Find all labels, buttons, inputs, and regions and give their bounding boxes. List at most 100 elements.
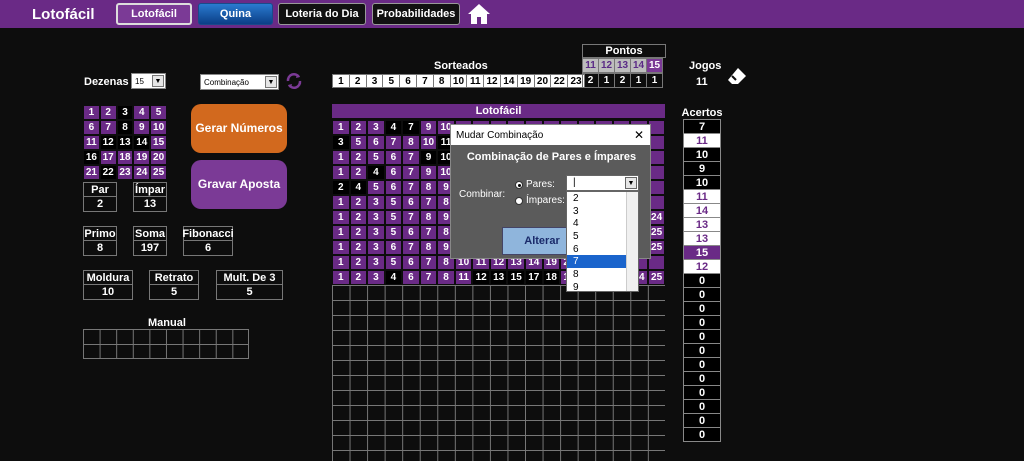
- number-cell[interactable]: 22: [99, 165, 117, 180]
- game-cell: 3: [367, 120, 385, 135]
- impares-radio[interactable]: [515, 197, 523, 205]
- sorteado-number: 3: [365, 74, 384, 88]
- number-cell[interactable]: 18: [116, 150, 134, 165]
- number-cell[interactable]: 15: [150, 135, 167, 150]
- number-cell[interactable]: 6: [83, 120, 100, 135]
- game-cell: 6: [402, 270, 420, 285]
- number-cell[interactable]: 11: [83, 135, 100, 150]
- number-cell[interactable]: 21: [83, 165, 100, 180]
- game-cell: 11: [454, 270, 473, 285]
- manual-grid[interactable]: [83, 329, 249, 359]
- number-cell[interactable]: 16: [83, 150, 100, 165]
- game-cell: 3: [332, 135, 350, 150]
- primo-box: Primo 8: [83, 226, 117, 256]
- game-cell: 7: [402, 210, 420, 225]
- list-scrollbar[interactable]: [626, 192, 638, 291]
- acertos-value: 0: [683, 329, 721, 344]
- game-cell: 1: [332, 165, 350, 180]
- pontos-header: 11: [582, 58, 599, 73]
- impar-value: 13: [143, 198, 157, 210]
- soma-value: 197: [140, 242, 160, 254]
- close-icon[interactable]: ✕: [634, 128, 644, 142]
- game-cell: 7: [402, 150, 420, 165]
- game-cell: 3: [367, 210, 385, 225]
- game-cell: 6: [367, 135, 385, 150]
- game-cell: 3: [367, 195, 385, 210]
- game-cell: 7: [402, 165, 420, 180]
- sorteado-number: 11: [466, 74, 485, 88]
- retrato-box: Retrato 5: [149, 270, 199, 300]
- pontos-value: 1: [630, 73, 647, 88]
- game-cell: 5: [384, 255, 403, 270]
- game-cell: 12: [472, 270, 490, 285]
- number-cell[interactable]: 20: [150, 150, 167, 165]
- number-cell[interactable]: 1: [83, 105, 100, 120]
- number-cell[interactable]: 8: [116, 120, 134, 135]
- sorteado-number: 5: [382, 74, 401, 88]
- pontos-values: 21211: [582, 73, 666, 88]
- pontos-header: 13: [614, 58, 631, 73]
- game-cell: 3: [367, 225, 385, 240]
- nav-loteria-dia-button[interactable]: Loteria do Dia: [278, 3, 366, 25]
- refresh-icon[interactable]: [285, 72, 303, 90]
- nav-quina-button[interactable]: Quina: [198, 3, 273, 25]
- game-cell: 6: [402, 225, 420, 240]
- number-cell[interactable]: 7: [99, 120, 117, 135]
- game-cell: 6: [402, 195, 420, 210]
- pares-radio[interactable]: [515, 181, 523, 189]
- gravar-aposta-button[interactable]: Gravar Aposta: [191, 160, 287, 209]
- number-cell[interactable]: 2: [99, 105, 117, 120]
- home-icon[interactable]: [466, 2, 492, 26]
- game-cell: 1: [332, 150, 350, 165]
- number-cell[interactable]: 10: [150, 120, 167, 135]
- gerar-numeros-button[interactable]: Gerar Números: [191, 104, 287, 153]
- pares-dropdown-value: |: [573, 177, 576, 188]
- mult3-label: Mult. De 3: [217, 271, 282, 285]
- acertos-value: 0: [683, 357, 721, 372]
- empty-games-grid: [332, 285, 665, 461]
- sorteado-number: 19: [516, 74, 535, 88]
- dezenas-value: 15: [135, 76, 144, 86]
- nav-lotofacil-button[interactable]: Lotofácil: [116, 3, 192, 25]
- jogos-label: Jogos: [689, 60, 722, 72]
- sorteado-number: 8: [432, 74, 451, 88]
- number-cell[interactable]: 23: [116, 165, 134, 180]
- number-cell[interactable]: 4: [133, 105, 151, 120]
- number-cell[interactable]: 17: [99, 150, 117, 165]
- pontos-table: Pontos 11 12 13 14 15 21211: [582, 44, 666, 88]
- dezenas-select[interactable]: 15 ▼: [131, 73, 166, 89]
- fibonacci-value: 6: [204, 242, 212, 254]
- game-cell: 1: [332, 270, 350, 285]
- number-cell[interactable]: 25: [150, 165, 167, 180]
- nav-probabilidades-button[interactable]: Probabilidades: [372, 3, 460, 25]
- number-cell[interactable]: 24: [133, 165, 151, 180]
- game-cell: 6: [384, 180, 403, 195]
- number-cell[interactable]: 5: [150, 105, 167, 120]
- number-cell[interactable]: 12: [99, 135, 117, 150]
- combinacao-select[interactable]: Combinação ▼: [200, 74, 279, 90]
- game-cell: 8: [437, 270, 455, 285]
- game-cell: 9: [419, 165, 438, 180]
- game-cell: 7: [419, 225, 438, 240]
- pares-dropdown[interactable]: | ▼: [566, 175, 639, 191]
- game-cell: 4: [384, 270, 403, 285]
- number-cell[interactable]: 9: [133, 120, 151, 135]
- number-cell[interactable]: 3: [116, 105, 134, 120]
- sorteados-row: 1 2 3 5 6 7 8 10 11 12 14 19 20 22 23: [332, 74, 585, 88]
- game-cell: 3: [367, 255, 385, 270]
- acertos-value: 10: [683, 147, 721, 162]
- pontos-header: 12: [598, 58, 615, 73]
- number-cell[interactable]: 14: [133, 135, 151, 150]
- acertos-value: 12: [683, 259, 721, 274]
- number-cell[interactable]: 13: [116, 135, 134, 150]
- dezenas-label: Dezenas: [84, 76, 129, 88]
- eraser-icon[interactable]: [726, 66, 748, 86]
- game-cell: 2: [349, 270, 368, 285]
- game-cell: 3: [367, 240, 385, 255]
- number-cell[interactable]: 19: [133, 150, 151, 165]
- game-cell: 8: [419, 180, 438, 195]
- pontos-value: 1: [646, 73, 663, 88]
- dialog-title: Mudar Combinação: [456, 129, 544, 141]
- acertos-value: 7: [683, 119, 721, 134]
- game-cell: 18: [542, 270, 561, 285]
